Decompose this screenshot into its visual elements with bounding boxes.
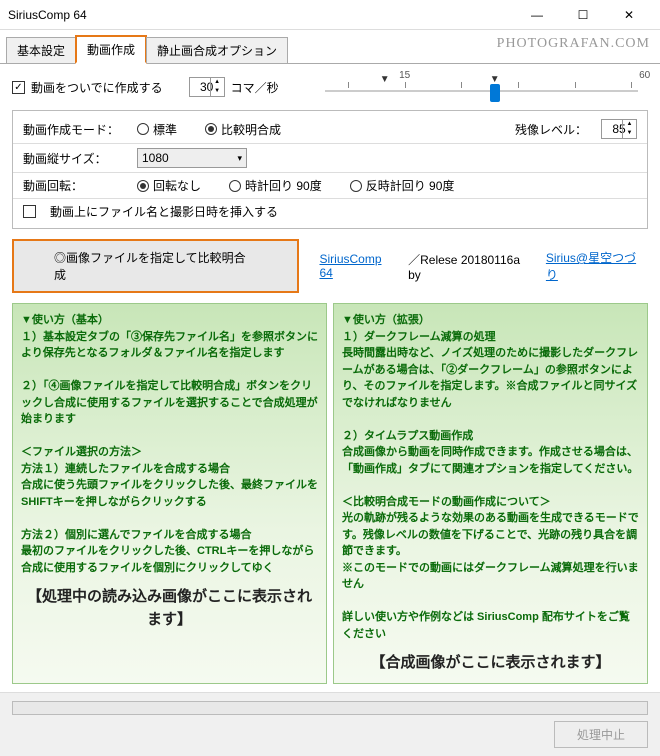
residue-label: 残像レベル： — [515, 121, 587, 138]
titlebar: SiriusComp 64 — ☐ ✕ — [0, 0, 660, 30]
spin-down-icon[interactable]: ▼ — [622, 129, 636, 138]
residue-input[interactable]: 85 ▲▼ — [601, 119, 637, 139]
fps-slider[interactable]: ▼ 15 ▼ 60 — [315, 72, 648, 102]
help-panel-left: ▼使い方（基本） １）基本設定タブの「③保存先ファイル名」を参照ボタンにより保存… — [12, 303, 327, 684]
radio-rotate-ccw[interactable]: 反時計回り 90度 — [350, 177, 455, 194]
brand-label: PHOTOGRAFAN.COM — [497, 36, 650, 52]
slider-thumb[interactable] — [490, 84, 500, 102]
insert-name-label: 動画上にファイル名と撮影日時を挿入する — [50, 203, 278, 220]
right-preview-placeholder: 【合成画像がここに表示されます】 — [342, 652, 639, 675]
fps-unit: コマ／秒 — [231, 79, 279, 96]
close-button[interactable]: ✕ — [606, 0, 652, 30]
author-link[interactable]: Sirius@星空つづり — [546, 249, 648, 283]
progress-bar — [12, 701, 648, 715]
spin-up-icon[interactable]: ▲ — [210, 78, 224, 87]
left-preview-placeholder: 【処理中の読み込み画像がここに表示されます】 — [21, 586, 318, 631]
radio-standard[interactable]: 標準 — [137, 121, 177, 138]
create-movie-checkbox[interactable]: ✓ — [12, 81, 25, 94]
rotate-label: 動画回転： — [23, 177, 123, 194]
radio-lighten[interactable]: 比較明合成 — [205, 121, 281, 138]
tab-still[interactable]: 静止画合成オプション — [146, 37, 288, 63]
fps-input[interactable]: 30 ▲▼ — [189, 77, 225, 97]
create-movie-label: 動画をついでに作成する — [31, 79, 163, 96]
spin-up-icon[interactable]: ▲ — [622, 120, 636, 129]
stop-button[interactable]: 処理中止 — [554, 721, 648, 748]
app-link[interactable]: SiriusComp 64 — [319, 252, 398, 280]
window-title: SiriusComp 64 — [8, 8, 514, 22]
spin-down-icon[interactable]: ▼ — [210, 87, 224, 96]
mode-label: 動画作成モード： — [23, 121, 123, 138]
tab-bar: 基本設定 動画作成 静止画合成オプション PHOTOGRAFAN.COM — [0, 30, 660, 64]
tab-movie[interactable]: 動画作成 — [75, 35, 147, 64]
size-label: 動画縦サイズ： — [23, 150, 123, 167]
help-panel-right: ▼使い方（拡張） １）ダークフレーム減算の処理 長時間露出時など、ノイズ処理のた… — [333, 303, 648, 684]
release-label: ／Relese 20180116a by — [408, 251, 536, 282]
compose-button[interactable]: ◎画像ファイルを指定して比較明合成 — [12, 239, 299, 293]
maximize-button[interactable]: ☐ — [560, 0, 606, 30]
radio-rotate-cw[interactable]: 時計回り 90度 — [229, 177, 322, 194]
minimize-button[interactable]: — — [514, 0, 560, 30]
chevron-down-icon: ▾ — [237, 153, 242, 164]
radio-rotate-none[interactable]: 回転なし — [137, 177, 201, 194]
size-combo[interactable]: 1080▾ — [137, 148, 247, 168]
insert-name-checkbox[interactable] — [23, 205, 36, 218]
tab-basic[interactable]: 基本設定 — [6, 37, 76, 63]
